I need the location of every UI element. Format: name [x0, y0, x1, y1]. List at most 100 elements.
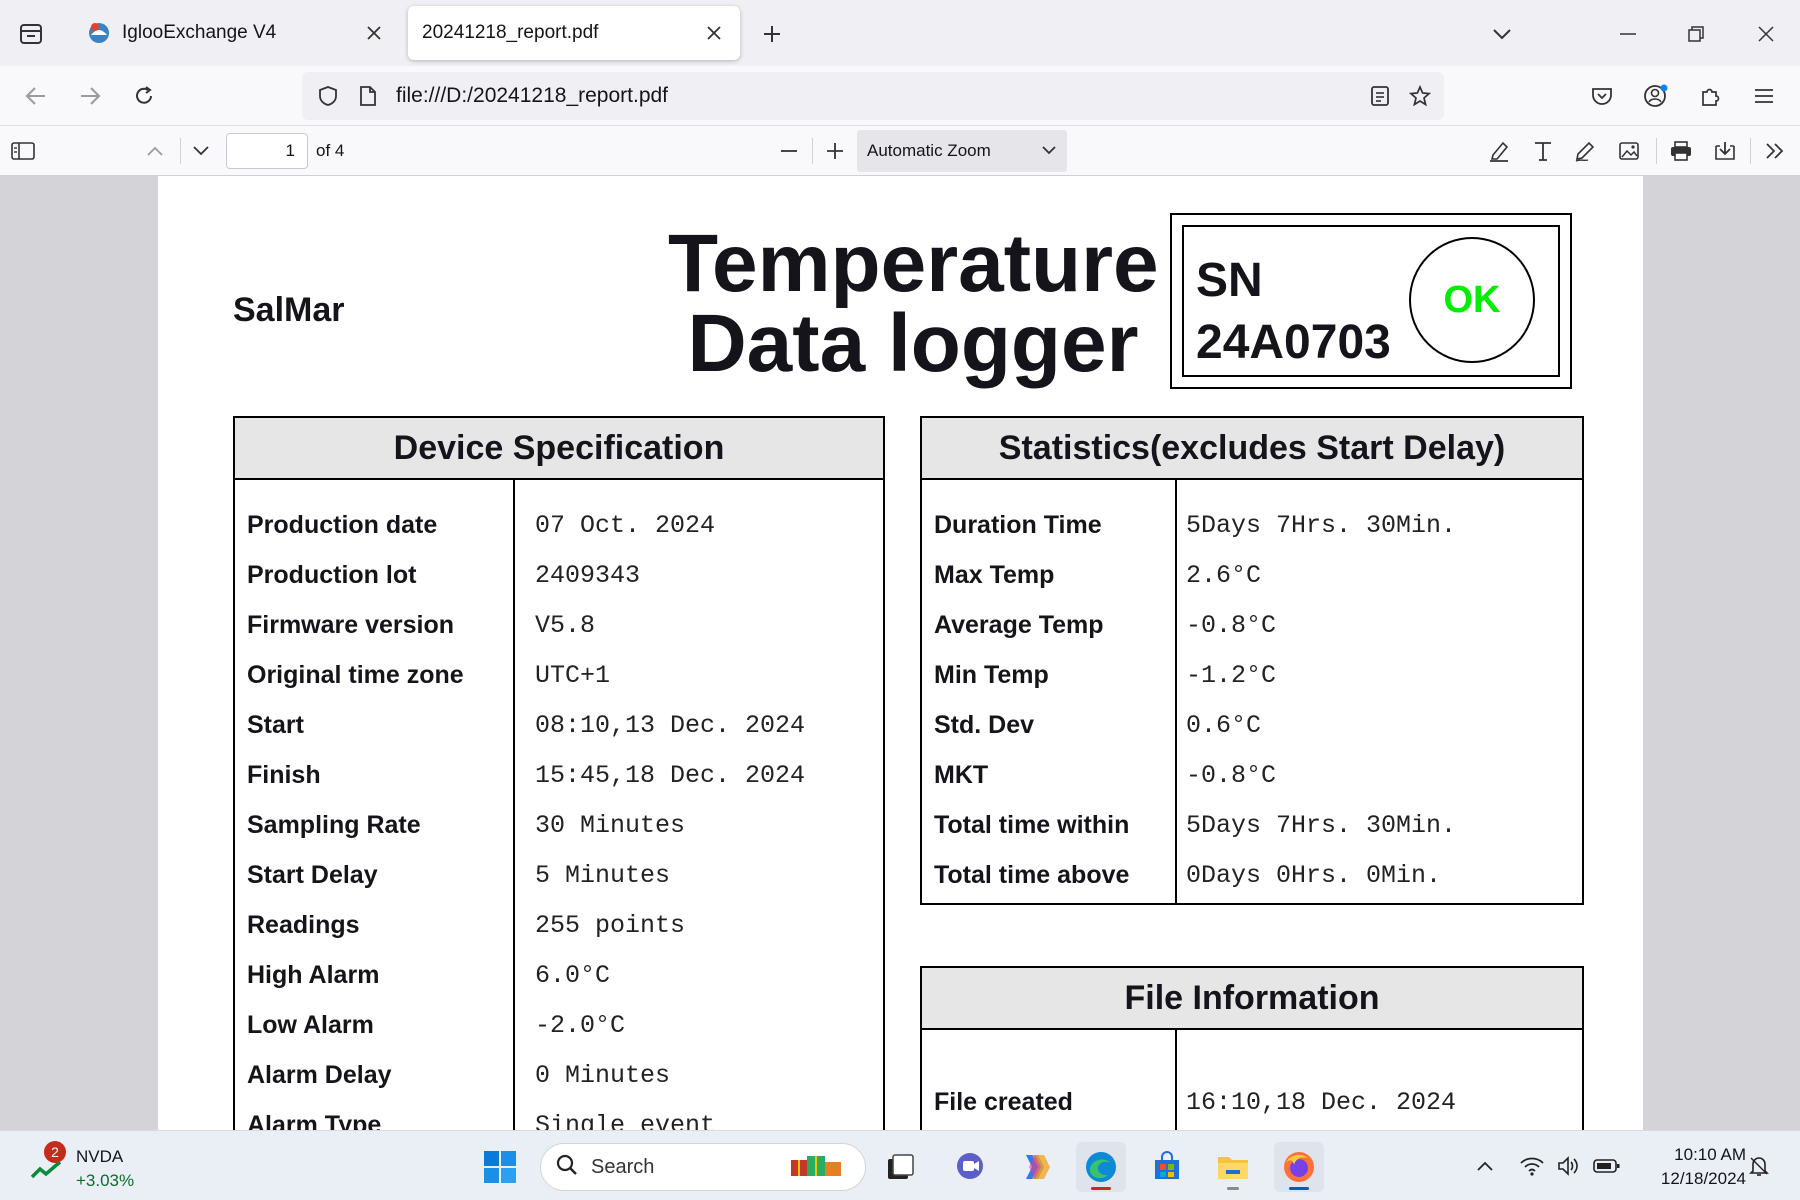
stock-trend-icon [30, 1159, 64, 1186]
company-name: SalMar [233, 291, 345, 329]
teams-chat-icon[interactable] [945, 1142, 995, 1192]
restore-icon[interactable] [1676, 14, 1716, 54]
row-label: Min Temp [934, 661, 1049, 689]
table-row: High Alarm 6.0°C [235, 953, 883, 1003]
forward-arrow-icon[interactable] [70, 76, 110, 116]
previous-page-chevron-up-icon[interactable] [136, 132, 174, 170]
row-value: 2.6°C [1186, 561, 1262, 590]
bookmark-star-icon[interactable] [1400, 76, 1440, 116]
tab-overflow-chevron-icon[interactable] [1482, 14, 1522, 54]
next-page-chevron-down-icon[interactable] [182, 132, 220, 170]
volume-icon[interactable] [1552, 1149, 1586, 1183]
print-icon[interactable] [1662, 132, 1700, 170]
row-label: High Alarm [247, 961, 380, 989]
close-tab-icon[interactable] [362, 21, 386, 45]
row-label: Alarm Delay [247, 1061, 392, 1089]
page-count-label: of 4 [316, 141, 345, 160]
row-label: Total time above [934, 861, 1130, 889]
zoom-select[interactable]: Automatic Zoom [857, 130, 1067, 172]
table-row: Total time above 0Days 0Hrs. 0Min. [922, 853, 1582, 903]
edge-icon[interactable] [1076, 1142, 1126, 1192]
task-view-icon[interactable] [875, 1142, 925, 1192]
row-value: V5.8 [535, 611, 596, 640]
chevron-down-icon [1041, 140, 1057, 165]
statistics-heading: Statistics(excludes Start Delay) [922, 418, 1582, 480]
navigation-bar: file:///D:/20241218_report.pdf [0, 66, 1800, 126]
add-text-icon[interactable] [1524, 132, 1562, 170]
zoom-out-icon[interactable] [770, 132, 808, 170]
row-label: Start Delay [247, 861, 378, 889]
tab-bar: IglooExchange V4 20241218_report.pdf [0, 0, 1800, 66]
row-label: Firmware version [247, 611, 455, 639]
close-window-icon[interactable] [1746, 14, 1786, 54]
copilot-icon[interactable] [1010, 1142, 1060, 1192]
table-row: Average Temp -0.8°C [922, 603, 1582, 653]
hamburger-menu-icon[interactable] [1744, 76, 1784, 116]
search-icon [555, 1153, 579, 1182]
taskbar-search[interactable]: Search [540, 1143, 866, 1191]
report-title-line2: Data logger [687, 298, 1139, 389]
wifi-icon[interactable] [1515, 1149, 1549, 1183]
row-label: Readings [247, 911, 360, 939]
stock-widget[interactable]: 2 NVDA +3.03% [30, 1141, 150, 1193]
account-icon[interactable] [1636, 76, 1676, 116]
address-bar[interactable]: file:///D:/20241218_report.pdf [302, 72, 1444, 120]
extensions-puzzle-icon[interactable] [1690, 76, 1730, 116]
table-row: Alarm Type Single event [235, 1103, 883, 1130]
row-label: Alarm Type [247, 1111, 382, 1130]
battery-icon[interactable] [1590, 1149, 1624, 1183]
reader-view-icon[interactable] [1360, 76, 1400, 116]
more-tools-chevrons-icon[interactable] [1756, 132, 1794, 170]
zoom-in-icon[interactable] [816, 132, 854, 170]
back-arrow-icon[interactable] [16, 76, 56, 116]
highlight-pen-icon[interactable] [1480, 132, 1518, 170]
search-highlight-gifts-icon [787, 1150, 851, 1185]
row-label: Low Alarm [247, 1011, 374, 1039]
minimize-icon[interactable] [1608, 14, 1648, 54]
row-label: Max Temp [934, 561, 1055, 589]
tab-list-icon[interactable] [14, 18, 48, 50]
new-tab-plus-icon[interactable] [756, 18, 788, 50]
system-clock[interactable]: 10:10 AM 12/18/2024 [1636, 1143, 1746, 1191]
shield-icon[interactable] [308, 76, 348, 116]
table-row: Finish 15:45,18 Dec. 2024 [235, 753, 883, 803]
table-row: Std. Dev 0.6°C [922, 703, 1582, 753]
row-value: 255 points [535, 911, 686, 940]
table-row: Duration Time 5Days 7Hrs. 30Min. [922, 503, 1582, 553]
url-text[interactable]: file:///D:/20241218_report.pdf [396, 84, 1360, 108]
device-specification-heading: Device Specification [235, 418, 883, 480]
file-explorer-icon[interactable] [1208, 1142, 1258, 1192]
search-label: Search [591, 1155, 655, 1178]
row-value: 2409343 [535, 561, 641, 590]
firefox-icon[interactable] [1274, 1142, 1324, 1192]
tab-report-pdf[interactable]: 20241218_report.pdf [408, 6, 740, 60]
pdf-viewer[interactable]: SalMar Temperature Data logger SN 24A070… [0, 176, 1800, 1130]
pocket-icon[interactable] [1582, 76, 1622, 116]
notification-badge: 2 [44, 1141, 66, 1163]
row-label: Production lot [247, 561, 417, 589]
draw-pencil-icon[interactable] [1566, 132, 1604, 170]
reload-icon[interactable] [124, 76, 164, 116]
row-value: 0 Minutes [535, 1061, 671, 1090]
notifications-bell-icon[interactable] [1742, 1149, 1776, 1183]
row-label: Original time zone [247, 661, 464, 689]
table-row: Alarm Delay 0 Minutes [235, 1053, 883, 1103]
save-download-icon[interactable] [1706, 132, 1744, 170]
show-hidden-icons-chevron-up-icon[interactable] [1468, 1149, 1502, 1183]
stock-change: +3.03% [76, 1171, 135, 1190]
row-value: Single event [535, 1111, 716, 1130]
tab-igloo-exchange[interactable]: IglooExchange V4 [72, 6, 400, 60]
microsoft-store-icon[interactable] [1142, 1142, 1192, 1192]
row-label: Sampling Rate [247, 811, 421, 839]
stock-name: NVDA [76, 1147, 124, 1166]
device-specification-table: Device Specification Production date 07 O… [233, 416, 885, 1130]
add-image-icon[interactable] [1610, 132, 1648, 170]
serial-number-box: SN 24A0703 OK [1170, 213, 1572, 389]
windows-start-icon[interactable] [475, 1142, 525, 1192]
table-row: Start 08:10,13 Dec. 2024 [235, 703, 883, 753]
sidebar-toggle-icon[interactable] [4, 132, 42, 170]
row-label: Std. Dev [934, 711, 1035, 739]
page-number-input[interactable]: 1 [226, 133, 308, 169]
close-tab-icon[interactable] [702, 21, 726, 45]
row-label: MKT [934, 761, 989, 789]
